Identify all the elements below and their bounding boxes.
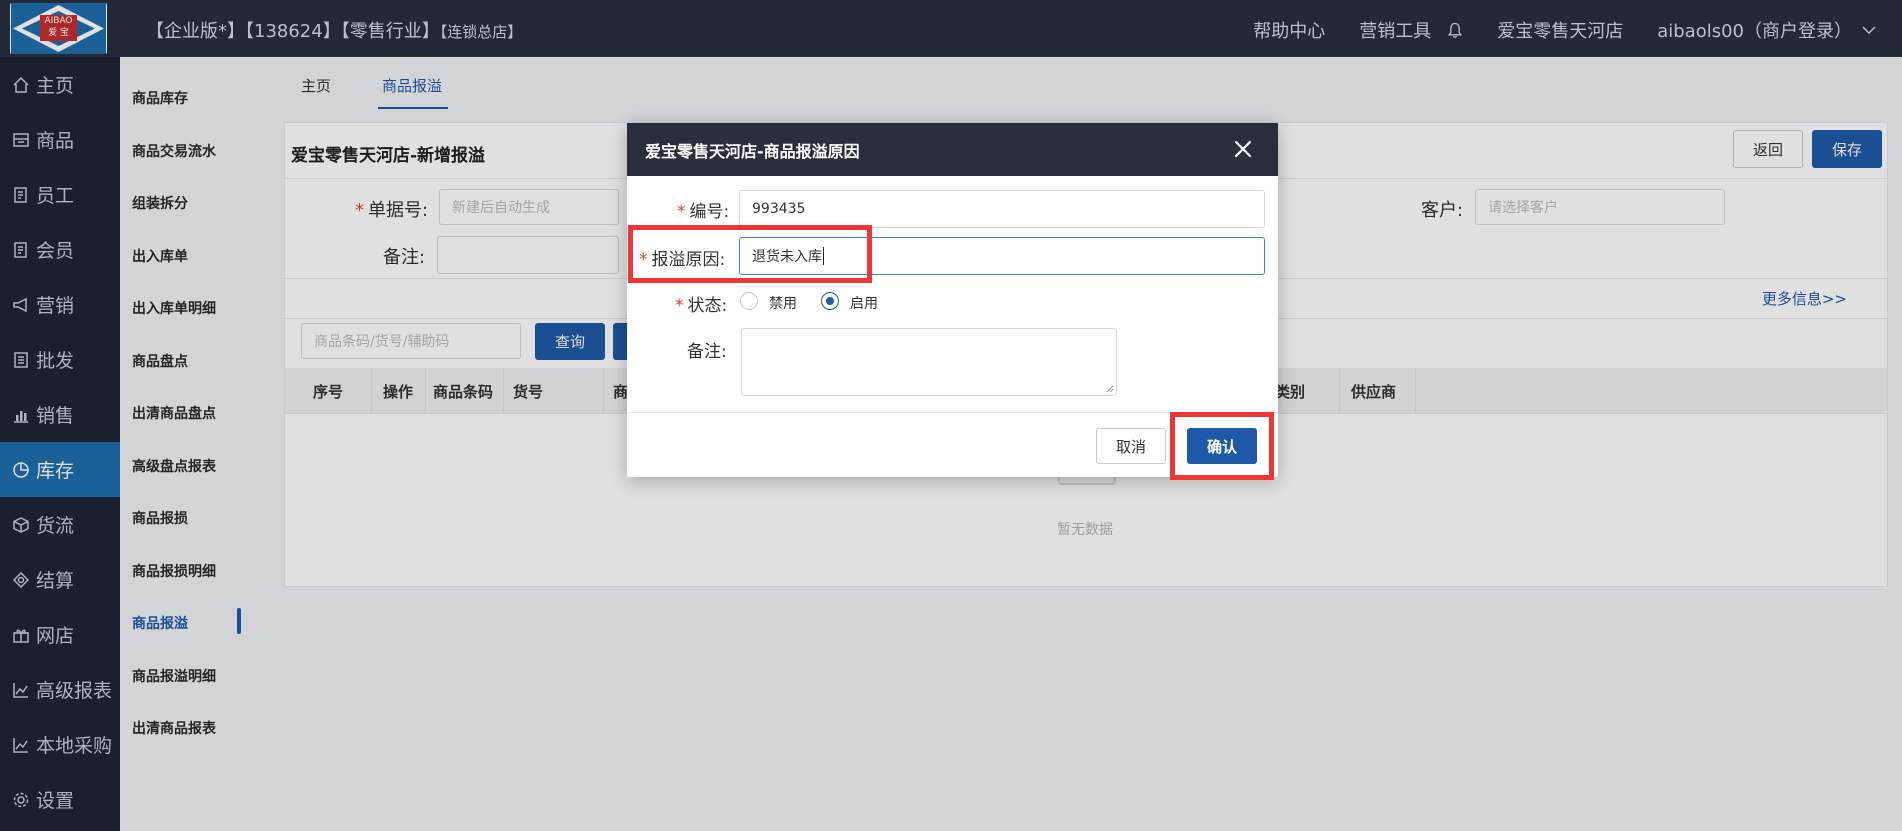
status-label: * 状态: (675, 296, 728, 316)
modal-remark-textarea[interactable] (741, 328, 1117, 396)
status-disabled-label[interactable]: 禁用 (769, 293, 797, 313)
status-enabled-radio[interactable] (821, 292, 839, 310)
highlight-reason-box (628, 225, 872, 283)
code-label: * 编号: (677, 202, 730, 222)
dialog-header: 爱宝零售天河店-商品报溢原因 (627, 123, 1278, 176)
code-input[interactable]: 993435 (739, 190, 1265, 228)
dialog-title: 爱宝零售天河店-商品报溢原因 (645, 141, 860, 161)
status-disabled-radio[interactable] (740, 292, 758, 310)
modal-remark-label: 备注: (687, 342, 727, 362)
status-enabled-label[interactable]: 启用 (850, 293, 878, 313)
highlight-confirm-box (1170, 412, 1274, 480)
resize-grip-icon[interactable] (1106, 385, 1114, 393)
cancel-button[interactable]: 取消 (1096, 428, 1166, 464)
close-icon[interactable] (1230, 136, 1256, 162)
